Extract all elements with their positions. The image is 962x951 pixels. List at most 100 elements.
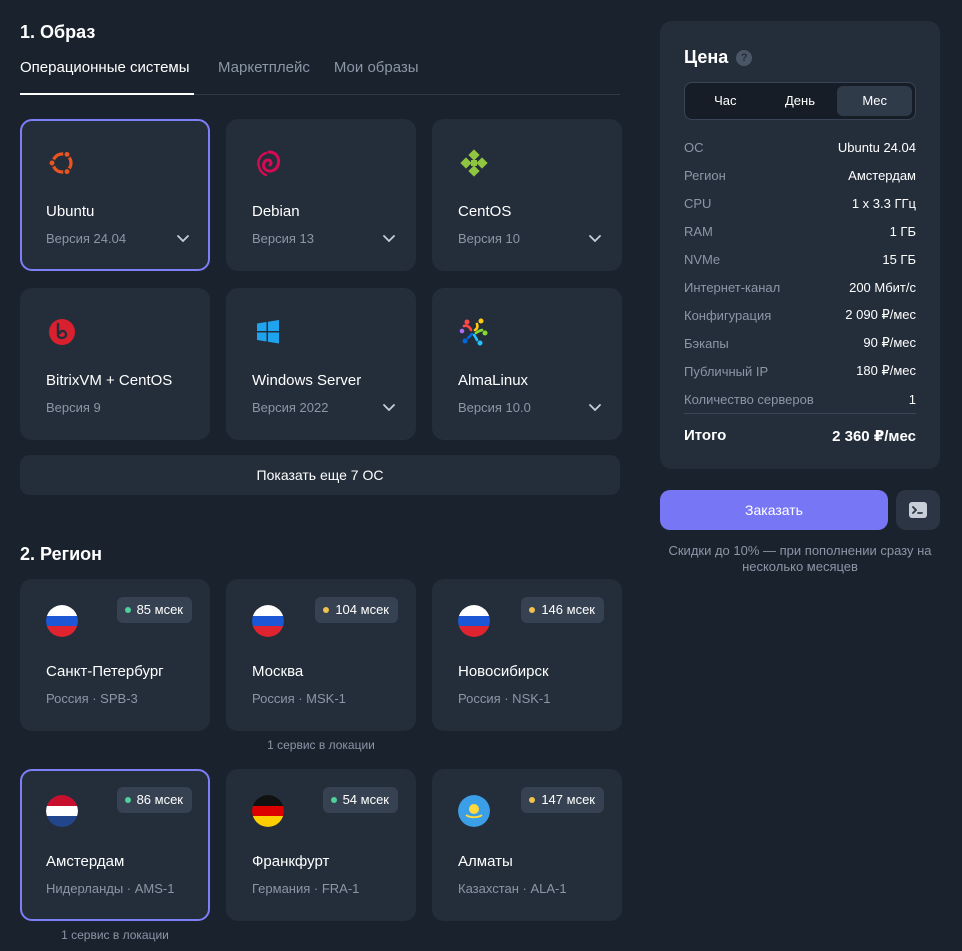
price-panel: Цена ? Час День Мес ОС Ubuntu 24.04 Регио… bbox=[660, 21, 940, 469]
debian-icon bbox=[257, 150, 281, 177]
tab-operating-systems[interactable]: Операционные системы bbox=[20, 56, 194, 95]
region-section-title: 2. Регион bbox=[20, 544, 103, 564]
ping-value: 147 мсек bbox=[541, 792, 595, 807]
region-card-novosibirsk[interactable]: 146 мсек Новосибирск Россия · NSK-1 bbox=[432, 579, 622, 731]
almalinux-icon bbox=[459, 318, 488, 346]
region-location: Россия · SPB-3 bbox=[46, 691, 138, 706]
row-key: Количество серверов bbox=[684, 391, 814, 407]
ping-badge: 85 мсек bbox=[116, 597, 192, 623]
row-key: Публичный IP bbox=[684, 363, 769, 379]
ping-badge: 146 мсек bbox=[521, 597, 604, 623]
kazakhstan-flag-icon bbox=[458, 795, 490, 827]
price-row-public-ip: Публичный IP 180 ₽/мес bbox=[684, 357, 916, 385]
price-total: Итого 2 360 ₽/мес bbox=[684, 413, 916, 445]
status-dot bbox=[124, 607, 131, 613]
price-row-ram: RAM 1 ГБ bbox=[684, 217, 916, 245]
ping-value: 54 мсек bbox=[342, 792, 389, 807]
russia-flag-icon bbox=[458, 605, 490, 637]
russia-flag-icon bbox=[46, 605, 78, 637]
chevron-down-icon[interactable] bbox=[588, 400, 602, 414]
region-location: Германия · FRA-1 bbox=[252, 881, 360, 896]
region-card-frankfurt[interactable]: 54 мсек Франкфурт Германия · FRA-1 bbox=[226, 769, 416, 921]
ping-badge: 86 мсек bbox=[116, 787, 192, 813]
bitrix-icon bbox=[49, 319, 75, 345]
price-row-server-count: Количество серверов 1 bbox=[684, 385, 916, 413]
row-value: 15 ГБ bbox=[882, 251, 916, 267]
region-card-amsterdam[interactable]: 86 мсек Амстердам Нидерланды · AMS-1 bbox=[20, 769, 210, 921]
show-more-os-button[interactable]: Показать еще 7 ОС bbox=[20, 455, 620, 495]
region-card-spb[interactable]: 85 мсек Санкт-Петербург Россия · SPB-3 bbox=[20, 579, 210, 731]
status-dot bbox=[323, 607, 330, 613]
os-version: Версия 13 bbox=[252, 231, 315, 246]
ping-badge: 147 мсек bbox=[521, 787, 604, 813]
price-row-cpu: CPU 1 x 3.3 ГГц bbox=[684, 189, 916, 217]
os-name: CentOS bbox=[458, 203, 512, 220]
os-name: AlmaLinux bbox=[458, 372, 529, 389]
ping-badge: 104 мсек bbox=[315, 597, 398, 623]
region-city: Москва bbox=[252, 663, 304, 680]
help-icon[interactable]: ? bbox=[736, 49, 753, 66]
price-row-region: Регион Амстердам bbox=[684, 161, 916, 189]
price-row-os: ОС Ubuntu 24.04 bbox=[684, 133, 916, 161]
row-value: 1 x 3.3 ГГц bbox=[851, 195, 916, 211]
row-value: 90 ₽/мес bbox=[863, 335, 916, 350]
chevron-down-icon[interactable] bbox=[588, 231, 602, 245]
tab-my-images[interactable]: Мои образы bbox=[334, 56, 419, 95]
region-location: Россия · MSK-1 bbox=[252, 691, 346, 706]
moscow-service-note: 1 сервис в локации bbox=[267, 738, 375, 752]
order-button[interactable]: Заказать bbox=[660, 490, 888, 530]
os-name: Ubuntu bbox=[46, 203, 95, 220]
status-dot bbox=[529, 797, 536, 803]
region-card-almaty[interactable]: 147 мсек Алматы Казахстан · ALA-1 bbox=[432, 769, 622, 921]
os-grid: Ubuntu Версия 24.04 Debian Версия 13 Cen… bbox=[20, 119, 622, 440]
period-day[interactable]: День bbox=[763, 86, 838, 116]
console-button[interactable] bbox=[896, 490, 940, 530]
region-city: Санкт-Петербург bbox=[46, 663, 164, 680]
chevron-down-icon[interactable] bbox=[176, 231, 190, 245]
row-value: 2 090 ₽/мес bbox=[845, 307, 916, 322]
os-version: Версия 10.0 bbox=[458, 400, 531, 415]
period-month[interactable]: Мес bbox=[837, 86, 913, 116]
row-key: Бэкапы bbox=[684, 335, 729, 351]
row-value: 180 ₽/мес bbox=[856, 363, 916, 378]
total-label: Итого bbox=[684, 427, 727, 444]
price-row-config: Конфигурация 2 090 ₽/мес bbox=[684, 301, 916, 329]
os-card-windows[interactable]: Windows Server Версия 2022 bbox=[226, 288, 416, 440]
price-row-nvme: NVMe 15 ГБ bbox=[684, 245, 916, 273]
windows-icon bbox=[257, 320, 279, 344]
os-card-almalinux[interactable]: AlmaLinux Версия 10.0 bbox=[432, 288, 622, 440]
os-card-ubuntu[interactable]: Ubuntu Версия 24.04 bbox=[20, 119, 210, 271]
price-title-text: Цена bbox=[684, 47, 729, 67]
netherlands-flag-icon bbox=[46, 795, 78, 827]
total-value: 2 360 ₽/мес bbox=[832, 428, 916, 445]
os-card-bitrix[interactable]: BitrixVM + CentOS Версия 9 bbox=[20, 288, 210, 440]
chevron-down-icon[interactable] bbox=[382, 231, 396, 245]
image-tabs: Операционные системы Маркетплейс Мои обр… bbox=[20, 56, 620, 95]
region-city: Франкфурт bbox=[252, 853, 330, 870]
discount-note: Скидки до 10% — при пополнении сразу на … bbox=[668, 543, 932, 574]
row-value: Амстердам bbox=[848, 167, 916, 183]
chevron-down-icon[interactable] bbox=[382, 400, 396, 414]
region-card-moscow[interactable]: 104 мсек Москва Россия · MSK-1 bbox=[226, 579, 416, 731]
row-value: 1 ГБ bbox=[889, 223, 916, 239]
os-card-debian[interactable]: Debian Версия 13 bbox=[226, 119, 416, 271]
price-row-backups: Бэкапы 90 ₽/мес bbox=[684, 329, 916, 357]
ping-value: 86 мсек bbox=[136, 792, 183, 807]
image-section-title: 1. Образ bbox=[20, 22, 96, 42]
amsterdam-service-note: 1 сервис в локации bbox=[61, 928, 169, 942]
status-dot bbox=[330, 797, 337, 803]
price-rows: ОС Ubuntu 24.04 Регион Амстердам CPU 1 x 3.… bbox=[684, 133, 916, 413]
status-dot bbox=[529, 607, 536, 613]
status-dot bbox=[124, 797, 131, 803]
price-title: Цена ? bbox=[684, 47, 753, 68]
period-hour[interactable]: Час bbox=[688, 86, 763, 116]
os-name: Debian bbox=[252, 203, 300, 220]
tab-marketplace[interactable]: Маркетплейс bbox=[218, 56, 310, 95]
region-city: Амстердам bbox=[46, 853, 125, 870]
os-version: Версия 9 bbox=[46, 400, 101, 415]
os-card-centos[interactable]: CentOS Версия 10 bbox=[432, 119, 622, 271]
os-name: BitrixVM + CentOS bbox=[46, 372, 173, 389]
os-name: Windows Server bbox=[252, 372, 362, 389]
centos-icon bbox=[460, 149, 488, 177]
row-key: NVMe bbox=[684, 251, 721, 267]
